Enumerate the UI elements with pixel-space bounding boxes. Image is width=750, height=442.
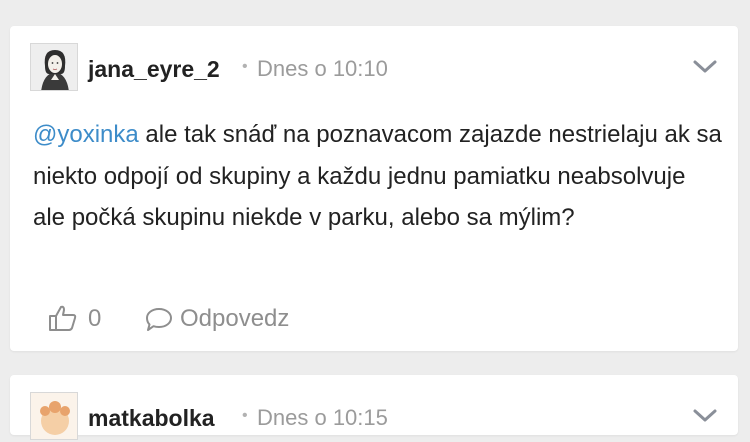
like-button[interactable]: 0	[48, 302, 108, 336]
like-count: 0	[88, 305, 102, 332]
author-avatar[interactable]	[30, 43, 78, 91]
woman-sketch-avatar-icon	[31, 44, 77, 90]
comment-card: jana_eyre_2 • Dnes o 10:10 @yoxinka ale …	[10, 26, 738, 351]
post-timestamp: Dnes o 10:15	[257, 405, 388, 430]
user-mention[interactable]: @yoxinka	[33, 121, 139, 148]
meta-separator: •	[242, 407, 248, 424]
reply-label: Odpovedz	[180, 305, 290, 332]
comment-header: jana_eyre_2 • Dnes o 10:10	[30, 43, 718, 93]
comment-card: matkabolka • Dnes o 10:15	[10, 375, 738, 440]
comment-header: matkabolka • Dnes o 10:15	[30, 392, 718, 442]
post-timestamp: Dnes o 10:10	[257, 56, 388, 81]
author-avatar[interactable]	[30, 392, 78, 440]
meta-separator: •	[242, 58, 248, 75]
baby-avatar-icon	[31, 393, 77, 439]
thumbs-up-icon	[49, 305, 77, 331]
chevron-down-icon[interactable]	[692, 57, 718, 77]
reply-button[interactable]: Odpovedz	[144, 302, 324, 336]
speech-bubble-icon	[146, 308, 172, 331]
author-name[interactable]: jana_eyre_2	[88, 56, 220, 83]
author-name[interactable]: matkabolka	[88, 405, 215, 432]
chevron-down-icon[interactable]	[692, 406, 718, 426]
comment-body: @yoxinka ale tak snáď na poznavacom zaja…	[33, 114, 723, 239]
